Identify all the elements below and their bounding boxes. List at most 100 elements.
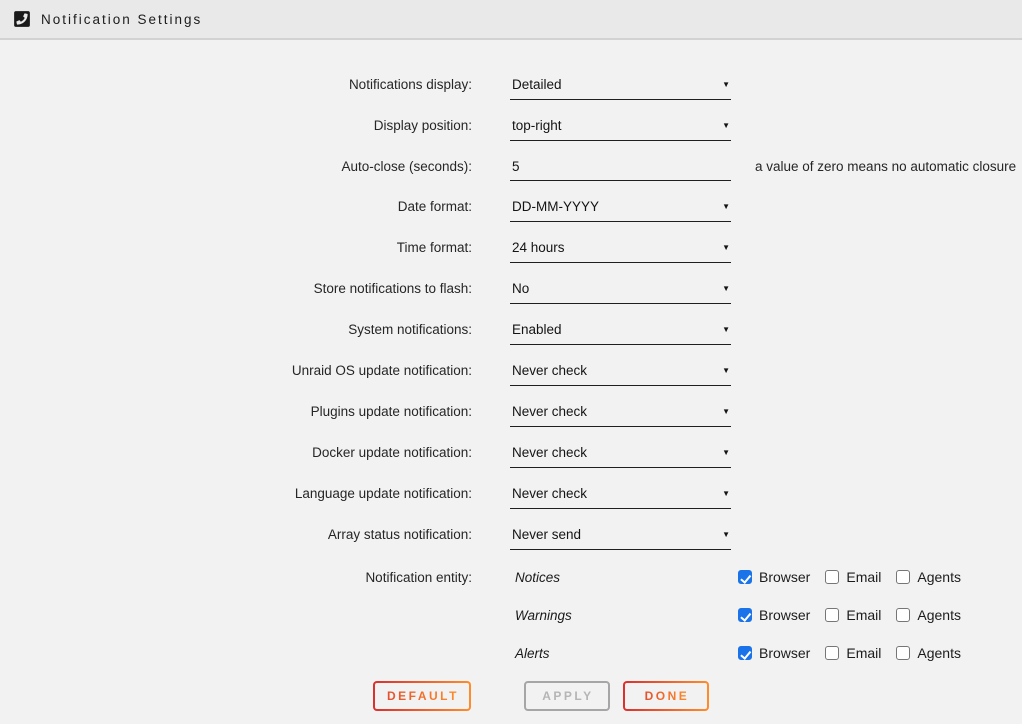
checkbox-label: Browser [759,569,810,585]
checkbox-warnings-agents[interactable]: Agents [896,607,961,623]
select-value: Never send [512,527,581,542]
select-language-update-notification[interactable]: Never check ▼ [510,485,731,509]
dropdown-arrow-icon: ▼ [722,121,730,130]
select-value: Never check [512,486,587,501]
checkbox-label: Browser [759,607,810,623]
settings-form: Notifications display: Detailed ▼ Displa… [0,40,1022,711]
checkbox-label: Email [846,569,881,585]
select-value: No [512,281,529,296]
checkbox-alerts-email[interactable]: Email [825,645,881,661]
select-date-format[interactable]: DD-MM-YYYY ▼ [510,198,731,222]
checkbox-group: Browser Email Agents [738,607,976,623]
checkbox-label: Agents [917,569,961,585]
form-row: Time format: 24 hours ▼ [0,239,1022,263]
select-time-format[interactable]: 24 hours ▼ [510,239,731,263]
form-row: Date format: DD-MM-YYYY ▼ [0,198,1022,222]
field-label: Date format: [0,198,472,215]
dropdown-arrow-icon: ▼ [722,284,730,293]
select-value: Never check [512,445,587,460]
form-row: Store notifications to flash: No ▼ [0,280,1022,304]
field-label: Notification entity: [0,569,472,586]
field-label: System notifications: [0,321,472,338]
checkbox-notices-email[interactable]: Email [825,569,881,585]
select-docker-update-notification[interactable]: Never check ▼ [510,444,731,468]
checkbox-alerts-browser[interactable]: Browser [738,645,810,661]
select-value: DD-MM-YYYY [512,199,599,214]
dropdown-arrow-icon: ▼ [722,407,730,416]
checkbox-alerts-agents[interactable]: Agents [896,645,961,661]
done-button[interactable]: DONE [623,681,709,711]
field-label: Unraid OS update notification: [0,362,472,379]
select-value: Enabled [512,322,562,337]
checkbox-label: Browser [759,645,810,661]
field-label: Language update notification: [0,485,472,502]
field-label: Docker update notification: [0,444,472,461]
select-value: Never check [512,404,587,419]
page-title: Notification Settings [41,12,202,27]
select-display-position[interactable]: top-right ▼ [510,117,731,141]
checkbox[interactable] [896,570,910,584]
checkbox-notices-agents[interactable]: Agents [896,569,961,585]
select-value: Never check [512,363,587,378]
dropdown-arrow-icon: ▼ [722,530,730,539]
checkbox-notices-browser[interactable]: Browser [738,569,810,585]
button-label: DEFAULT [387,689,459,703]
checkbox[interactable] [825,646,839,660]
field-label: Store notifications to flash: [0,280,472,297]
form-row: Docker update notification: Never check … [0,444,1022,468]
field-label: Time format: [0,239,472,256]
select-unraid-os-update-notification[interactable]: Never check ▼ [510,362,731,386]
form-row: System notifications: Enabled ▼ [0,321,1022,345]
checkbox-group: Browser Email Agents [738,645,976,661]
select-plugins-update-notification[interactable]: Never check ▼ [510,403,731,427]
field-label: Display position: [0,117,472,134]
checkbox[interactable] [738,570,752,584]
form-row: Display position: top-right ▼ [0,117,1022,141]
checkbox[interactable] [825,570,839,584]
select-system-notifications[interactable]: Enabled ▼ [510,321,731,345]
checkbox[interactable] [738,608,752,622]
input-auto-close-seconds[interactable] [510,158,731,181]
checkbox-label: Email [846,607,881,623]
select-notifications-display[interactable]: Detailed ▼ [510,76,731,100]
default-button[interactable]: DEFAULT [373,681,471,711]
button-label: DONE [645,689,690,703]
checkbox-group: Browser Email Agents [738,569,976,585]
field-label: Auto-close (seconds): [0,158,472,175]
dropdown-arrow-icon: ▼ [722,489,730,498]
checkbox-warnings-browser[interactable]: Browser [738,607,810,623]
select-value: top-right [512,118,562,133]
checkbox[interactable] [896,608,910,622]
form-rows: Notifications display: Detailed ▼ Displa… [0,76,1022,550]
dropdown-arrow-icon: ▼ [722,448,730,457]
apply-button[interactable]: APPLY [524,681,610,711]
checkbox[interactable] [825,608,839,622]
form-row: Notifications display: Detailed ▼ [0,76,1022,100]
form-row: Plugins update notification: Never check… [0,403,1022,427]
checkbox-label: Email [846,645,881,661]
button-label: APPLY [542,689,593,703]
button-row: DEFAULT APPLY DONE [373,681,1022,711]
dropdown-arrow-icon: ▼ [722,325,730,334]
form-row: Language update notification: Never chec… [0,485,1022,509]
entity-row: Notification entity: Notices Browser Ema… [0,567,1022,587]
field-label: Plugins update notification: [0,403,472,420]
select-store-notifications-to-flash[interactable]: No ▼ [510,280,731,304]
checkbox[interactable] [738,646,752,660]
form-row: Auto-close (seconds): a value of zero me… [0,158,1022,181]
checkbox-label: Agents [917,607,961,623]
checkbox[interactable] [896,646,910,660]
form-row: Unraid OS update notification: Never che… [0,362,1022,386]
field-label: Notifications display: [0,76,472,93]
entity-rows: Notification entity: Notices Browser Ema… [0,567,1022,663]
entity-row: Warnings Browser Email Agents [0,605,1022,625]
title-bar: Notification Settings [0,0,1022,40]
field-hint: a value of zero means no automatic closu… [755,158,1016,175]
select-array-status-notification[interactable]: Never send ▼ [510,526,731,550]
dropdown-arrow-icon: ▼ [722,202,730,211]
entity-name: Notices [510,570,738,585]
field-label: Array status notification: [0,526,472,543]
checkbox-warnings-email[interactable]: Email [825,607,881,623]
dropdown-arrow-icon: ▼ [722,80,730,89]
entity-name: Warnings [510,608,738,623]
